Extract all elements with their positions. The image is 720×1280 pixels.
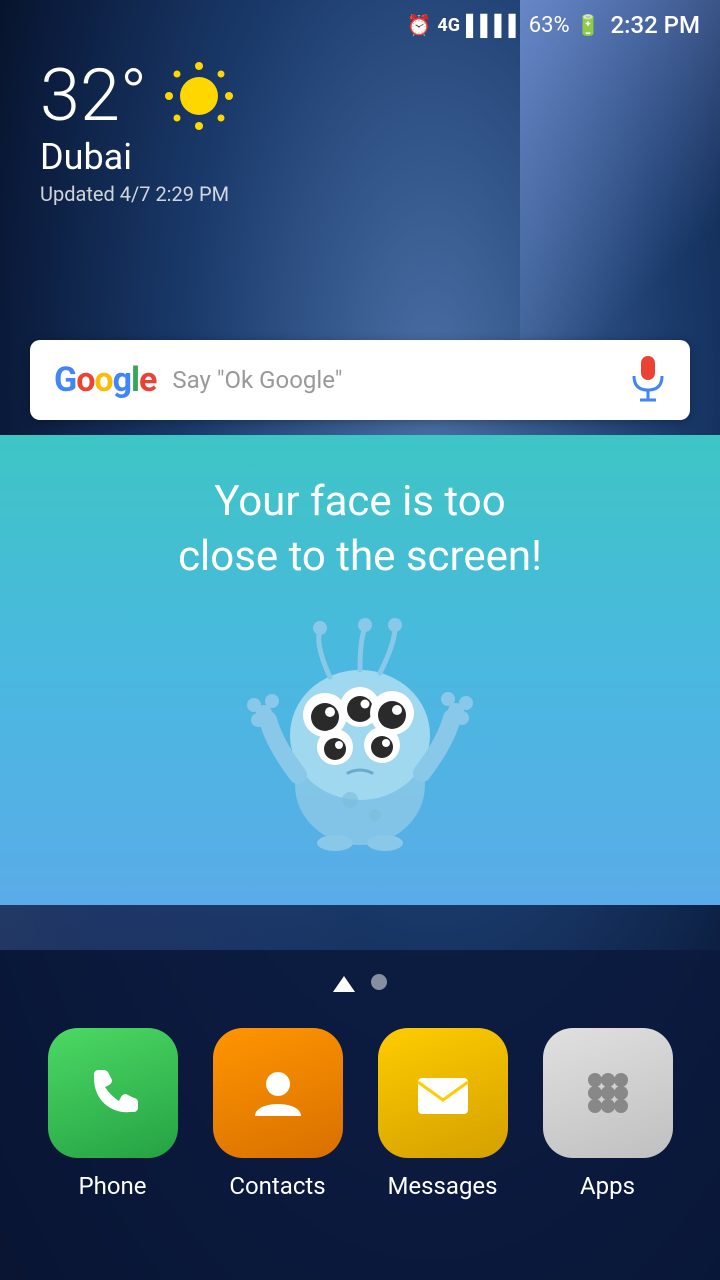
notification-card: Your face is too close to the screen!: [0, 435, 720, 905]
google-search-bar[interactable]: Google Say "Ok Google": [30, 340, 690, 420]
sun-rays: [163, 60, 235, 132]
monster-svg: [220, 615, 500, 865]
app-dock: Phone Contacts Messages: [0, 1028, 720, 1200]
dock-item-apps[interactable]: Apps: [543, 1028, 673, 1200]
page-dot-indicator: [371, 974, 387, 990]
apps-icon: [573, 1058, 643, 1128]
messages-icon: [408, 1058, 478, 1128]
status-icons: ⏰ 4G ▌▌▌▌ 63% 🔋 2:32 PM: [407, 11, 700, 39]
phone-icon: [78, 1058, 148, 1128]
weather-updated: Updated 4/7 2:29 PM: [40, 182, 235, 206]
contacts-icon-bg: [213, 1028, 343, 1158]
contacts-icon: [243, 1058, 313, 1128]
signal-icon: ▌▌▌▌: [466, 13, 523, 38]
dock-item-phone[interactable]: Phone: [48, 1028, 178, 1200]
messages-label: Messages: [387, 1172, 497, 1200]
weather-icon: [163, 60, 235, 132]
city-name: Dubai: [40, 136, 235, 178]
apps-label: Apps: [580, 1172, 635, 1200]
apps-icon-bg: [543, 1028, 673, 1158]
battery-icon: 🔋: [576, 13, 601, 37]
notification-message: Your face is too close to the screen!: [178, 475, 542, 584]
status-bar: ⏰ 4G ▌▌▌▌ 63% 🔋 2:32 PM: [0, 0, 720, 50]
weather-widget: 32° Dubai Updated 4/7 2:29 PM: [40, 60, 235, 206]
google-logo: Google: [54, 360, 156, 400]
clock: 2:32 PM: [610, 11, 700, 39]
contacts-label: Contacts: [229, 1172, 325, 1200]
phone-label: Phone: [78, 1172, 146, 1200]
page-indicators: [333, 974, 387, 998]
microphone-icon[interactable]: [630, 356, 666, 404]
messages-icon-bg: [378, 1028, 508, 1158]
home-page-indicator: [333, 974, 355, 998]
bottom-area: Phone Contacts Messages: [0, 950, 720, 1280]
network-type-icon: 4G: [437, 15, 460, 36]
temperature-display: 32°: [40, 60, 147, 132]
google-search-placeholder[interactable]: Say "Ok Google": [172, 366, 614, 394]
monster-illustration: [220, 615, 500, 865]
alarm-icon: ⏰: [407, 13, 432, 37]
phone-icon-bg: [48, 1028, 178, 1158]
dock-item-messages[interactable]: Messages: [378, 1028, 508, 1200]
dock-item-contacts[interactable]: Contacts: [213, 1028, 343, 1200]
battery-text: 63%: [529, 13, 570, 38]
